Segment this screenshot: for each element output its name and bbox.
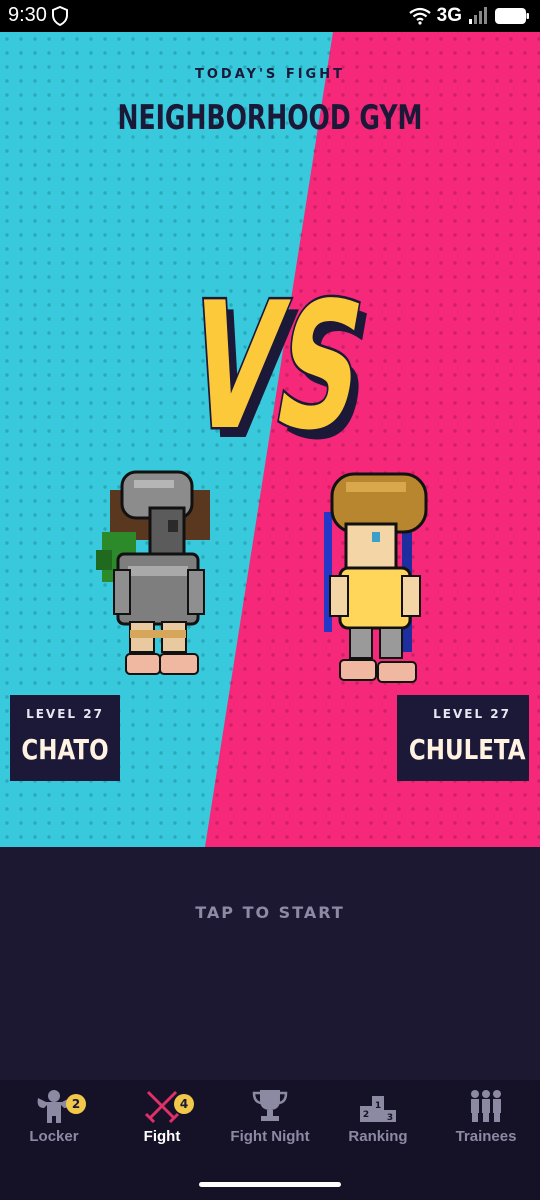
signal-icon bbox=[469, 7, 487, 24]
tab-trainees-label: Trainees bbox=[455, 1128, 517, 1145]
tab-fight-night[interactable]: Fight Night bbox=[216, 1080, 324, 1160]
todays-fight-label: TODAY'S FIGHT bbox=[195, 67, 345, 82]
tab-fight[interactable]: 4 Fight bbox=[108, 1080, 216, 1160]
tab-locker[interactable]: 2 Locker bbox=[0, 1080, 108, 1160]
svg-text:2: 2 bbox=[363, 1110, 369, 1120]
battery-icon bbox=[495, 8, 529, 24]
tap-to-start-button[interactable]: TAP TO START bbox=[0, 903, 540, 922]
fighter-chato-sprite[interactable] bbox=[90, 470, 220, 688]
group-icon bbox=[471, 1090, 501, 1122]
shield-icon bbox=[52, 6, 68, 26]
trophy-icon bbox=[252, 1090, 288, 1121]
wifi-icon bbox=[408, 7, 431, 25]
fighter-left-card: LEVEL 27 CHATO bbox=[10, 695, 120, 781]
fighter-right-card: LEVEL 27 CHULETA bbox=[397, 695, 529, 781]
tab-fight-label: Fight bbox=[143, 1128, 181, 1145]
podium-icon: 1 2 3 bbox=[360, 1096, 396, 1123]
svg-text:3: 3 bbox=[387, 1113, 393, 1123]
tab-ranking[interactable]: 1 2 3 Ranking bbox=[324, 1080, 432, 1160]
vs-emblem: VS VS bbox=[171, 262, 380, 452]
fighter-left-level: LEVEL 27 bbox=[26, 707, 104, 721]
status-time: 9:30 bbox=[8, 4, 47, 26]
home-indicator[interactable] bbox=[199, 1182, 341, 1187]
fight-badge: 4 bbox=[174, 1094, 194, 1114]
gym-title: NEIGHBORHOOD GYM bbox=[117, 98, 423, 138]
fighter-chuleta-sprite[interactable] bbox=[310, 472, 440, 690]
locker-badge: 2 bbox=[66, 1094, 86, 1114]
tab-ranking-label: Ranking bbox=[348, 1128, 408, 1145]
fighter-left-name: CHATO bbox=[21, 733, 109, 766]
tab-fight-night-label: Fight Night bbox=[230, 1128, 310, 1145]
vs-text: VS bbox=[174, 264, 380, 452]
svg-text:1: 1 bbox=[375, 1101, 381, 1111]
fight-arena[interactable]: TODAY'S FIGHT NEIGHBORHOOD GYM VS VS LEV… bbox=[0, 32, 540, 847]
tab-locker-label: Locker bbox=[29, 1128, 79, 1145]
fighter-right-level: LEVEL 27 bbox=[433, 707, 511, 721]
tab-trainees[interactable]: Trainees bbox=[432, 1080, 540, 1160]
status-bar: 9:30 3G bbox=[0, 0, 540, 32]
fighter-right-name: CHULETA bbox=[408, 733, 526, 766]
network-type: 3G bbox=[436, 5, 462, 26]
